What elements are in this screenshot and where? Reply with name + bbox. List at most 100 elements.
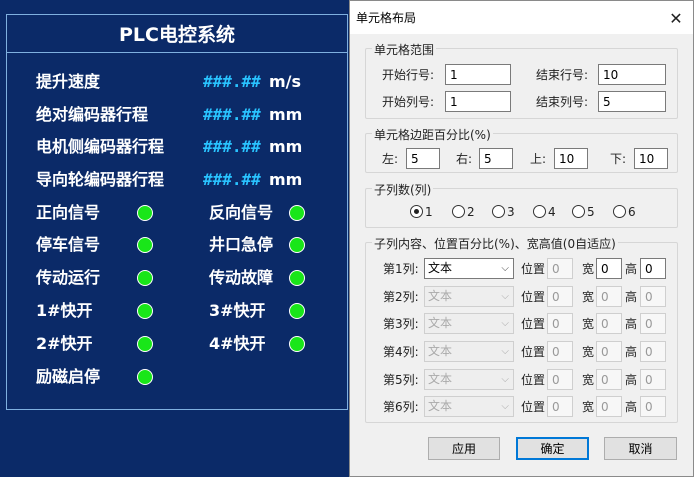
chevron-down-icon: ⌵ (501, 346, 509, 357)
measure-unit-motor-encoder: mm (269, 137, 303, 156)
subcol-row-4-width-input[interactable] (596, 341, 622, 362)
subcol-row-4-type-select[interactable]: 文本 ⌵ (424, 341, 514, 362)
subcol-row-4-pos-label: 位置 (521, 345, 546, 359)
dialog-titlebar[interactable]: 单元格布局 ✕ (350, 1, 693, 34)
subcol-row-2-type-select[interactable]: 文本 ⌵ (424, 286, 514, 307)
subcol-row-2-height-input[interactable] (640, 286, 666, 307)
subcols-radio-6[interactable] (613, 205, 626, 218)
subcol-row-6-height-input[interactable] (640, 396, 666, 417)
subcol-row-6-width-label: 宽 (582, 400, 595, 414)
margin-left-input[interactable] (406, 148, 440, 169)
cell-range-legend: 单元格范围 (372, 41, 437, 58)
plc-panel: PLC电控系统 提升速度 ###.## m/s 绝对编码器行程 ###.## m… (6, 14, 348, 410)
subcol-row-3-pos-input[interactable] (547, 313, 573, 334)
start-col-input[interactable] (445, 91, 511, 112)
cell-layout-dialog: 单元格布局 ✕ 单元格范围 开始行号: 结束行号: 开始列号: 结束列号: 单元… (349, 0, 694, 477)
subcol-row-1-height-input[interactable] (640, 258, 666, 279)
end-row-label: 结束行号: (536, 68, 589, 82)
subcol-row-1-height-label: 高 (625, 262, 638, 276)
subcol-row-3-label: 第3列: (383, 317, 419, 331)
subcols-radio-3[interactable] (492, 205, 505, 218)
subcol-row-5-type-value: 文本 (428, 372, 453, 386)
chevron-down-icon: ⌵ (501, 263, 509, 274)
signal-led-excitation (137, 369, 153, 385)
signal-led-drive-run (137, 270, 153, 286)
measure-unit-abs-encoder: mm (269, 105, 303, 124)
subcol-row-1-width-input[interactable] (596, 258, 622, 279)
margin-bottom-input[interactable] (634, 148, 668, 169)
measure-label-speed: 提升速度 (36, 72, 101, 91)
subcol-row-1-type-select[interactable]: 文本 ⌵ (424, 258, 514, 279)
signal-label-drive-fault: 传动故障 (209, 268, 274, 287)
subcol-row-5-type-select[interactable]: 文本 ⌵ (424, 369, 514, 390)
subcol-row-2-pos-input[interactable] (547, 286, 573, 307)
margin-bottom-label: 下: (610, 152, 627, 166)
signal-label-excitation: 励磁启停 (36, 367, 101, 386)
subcol-row-6-width-input[interactable] (596, 396, 622, 417)
subcol-content-legend: 子列内容、位置百分比(%)、宽高值(0自适应) (372, 235, 618, 252)
subcols-radio-4[interactable] (533, 205, 546, 218)
close-icon[interactable]: ✕ (665, 7, 687, 29)
signal-label-stop: 停车信号 (36, 235, 101, 254)
subcol-row-3-width-input[interactable] (596, 313, 622, 334)
subcol-row-4-label: 第4列: (383, 345, 419, 359)
subcols-option-5: 5 (587, 205, 595, 219)
margin-top-input[interactable] (554, 148, 588, 169)
ok-button[interactable]: 确定 (516, 437, 589, 460)
subcol-row-3-height-input[interactable] (640, 313, 666, 334)
subcol-row-6-type-select[interactable]: 文本 ⌵ (424, 396, 514, 417)
start-row-input[interactable] (445, 64, 511, 85)
subcol-row-2-width-label: 宽 (582, 290, 595, 304)
subcol-row-4-pos-input[interactable] (547, 341, 573, 362)
subcols-option-4: 4 (548, 205, 556, 219)
measure-unit-guide-encoder: mm (269, 170, 303, 189)
subcols-option-1: 1 (425, 205, 433, 219)
signal-label-reverse: 反向信号 (209, 203, 274, 222)
subcol-row-2-height-label: 高 (625, 290, 638, 304)
margin-right-input[interactable] (479, 148, 513, 169)
subcol-row-1-label: 第1列: (383, 262, 419, 276)
subcol-row-5-width-input[interactable] (596, 369, 622, 390)
subcol-row-2-type-value: 文本 (428, 289, 453, 303)
plc-title: PLC电控系统 (7, 15, 347, 53)
measure-value-speed: ###.## (203, 72, 261, 91)
subcol-row-5-height-label: 高 (625, 373, 638, 387)
measure-unit-speed: m/s (269, 72, 302, 91)
start-col-label: 开始列号: (382, 95, 435, 109)
subcols-option-2: 2 (467, 205, 475, 219)
measure-value-motor-encoder: ###.## (203, 137, 261, 156)
subcol-row-4-type-value: 文本 (428, 344, 453, 358)
signal-label-fast-open-4: 4#快开 (209, 334, 266, 353)
margin-right-label: 右: (456, 152, 473, 166)
measure-value-guide-encoder: ###.## (203, 170, 261, 189)
subcol-row-6-pos-input[interactable] (547, 396, 573, 417)
chevron-down-icon: ⌵ (501, 318, 509, 329)
subcol-row-2-width-input[interactable] (596, 286, 622, 307)
end-col-input[interactable] (598, 91, 666, 112)
apply-button[interactable]: 应用 (428, 437, 500, 460)
signal-led-fast-open-4 (289, 336, 305, 352)
subcols-radio-1[interactable] (410, 205, 423, 218)
subcol-row-6-label: 第6列: (383, 400, 419, 414)
subcol-row-5-height-input[interactable] (640, 369, 666, 390)
subcol-row-4-width-label: 宽 (582, 345, 595, 359)
subcols-radio-5[interactable] (572, 205, 585, 218)
end-col-label: 结束列号: (536, 95, 589, 109)
chevron-down-icon: ⌵ (501, 374, 509, 385)
subcol-row-3-type-select[interactable]: 文本 ⌵ (424, 313, 514, 334)
cancel-button[interactable]: 取消 (604, 437, 677, 460)
subcol-row-2-label: 第2列: (383, 290, 419, 304)
end-row-input[interactable] (598, 64, 666, 85)
signal-label-fast-open-2: 2#快开 (36, 334, 93, 353)
signal-led-stop (137, 237, 153, 253)
subcol-row-4-height-input[interactable] (640, 341, 666, 362)
subcol-row-5-pos-input[interactable] (547, 369, 573, 390)
subcols-option-3: 3 (507, 205, 515, 219)
chevron-down-icon: ⌵ (501, 401, 509, 412)
subcols-radio-2[interactable] (452, 205, 465, 218)
subcol-row-3-type-value: 文本 (428, 316, 453, 330)
signal-label-emergency: 井口急停 (209, 235, 274, 254)
subcol-row-1-pos-input[interactable] (547, 258, 573, 279)
chevron-down-icon: ⌵ (501, 291, 509, 302)
signal-led-fast-open-3 (289, 303, 305, 319)
